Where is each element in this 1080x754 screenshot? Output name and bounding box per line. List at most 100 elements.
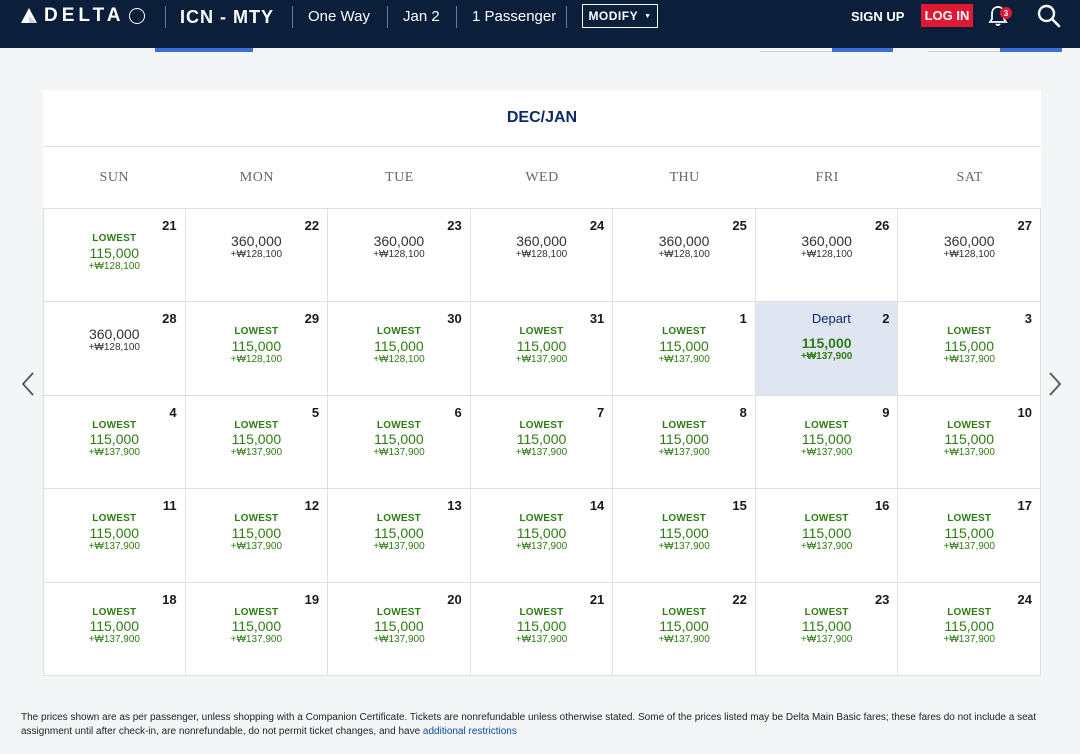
taxes-fees: +₩137,900 (515, 447, 568, 459)
day-number: 21 (589, 591, 605, 607)
calendar-day[interactable]: 22 LOWEST 115,000 +₩137,900 (613, 582, 756, 676)
calendar-day[interactable]: 17 LOWEST 115,000 +₩137,900 (898, 489, 1041, 583)
notification-badge: 3 (1000, 7, 1012, 19)
taxes-fees: +₩137,900 (800, 634, 853, 646)
fare-price: LOWEST 115,000 +₩137,900 (613, 420, 755, 459)
chevron-right-icon[interactable] (1045, 370, 1065, 398)
fare-price: LOWEST 115,000 +₩128,100 (328, 326, 470, 365)
calendar-day[interactable]: 14 LOWEST 115,000 +₩137,900 (470, 489, 614, 583)
lowest-label: LOWEST (804, 419, 849, 431)
calendar-day[interactable]: 26 360,000 +₩128,100 (755, 209, 899, 303)
calendar-day[interactable]: 22 360,000 +₩128,100 (185, 209, 329, 303)
lowest-label: LOWEST (519, 326, 564, 338)
fare-price: LOWEST 115,000 +₩137,900 (328, 420, 470, 459)
calendar-day[interactable]: 24 360,000 +₩128,100 (470, 209, 614, 303)
fare-price: 360,000 +₩128,100 (613, 233, 755, 261)
calendar-day[interactable]: 15 LOWEST 115,000 +₩137,900 (613, 489, 756, 583)
calendar-day[interactable]: 29 LOWEST 115,000 +₩128,100 (185, 302, 329, 396)
fare-price: LOWEST 115,000 +₩137,900 (328, 513, 470, 552)
passenger-count[interactable]: 1 Passenger (472, 8, 556, 25)
taxes-fees: +₩137,900 (88, 540, 140, 552)
calendar-day[interactable]: 30 LOWEST 115,000 +₩128,100 (328, 302, 471, 396)
calendar-day[interactable]: 24 LOWEST 115,000 +₩137,900 (898, 582, 1041, 676)
header-divider (456, 6, 457, 28)
trip-type[interactable]: One Way (308, 8, 370, 25)
modify-button[interactable]: MODIFY ▼ (582, 4, 658, 28)
calendar-day[interactable]: 4 LOWEST 115,000 +₩137,900 (43, 395, 186, 490)
miles-amount: 115,000 (231, 431, 282, 448)
fare-price: LOWEST 115,000 +₩137,900 (328, 607, 470, 646)
header-divider (165, 6, 166, 28)
lowest-label: LOWEST (92, 513, 137, 525)
fare-price: LOWEST 115,000 +₩137,900 (44, 607, 185, 646)
fare-price: LOWEST 115,000 +₩137,900 (898, 326, 1040, 365)
calendar-day[interactable]: 20 LOWEST 115,000 +₩137,900 (328, 582, 471, 676)
top-navigation-bar: DELTA ICN - MTY One Way Jan 2 1 Passenge… (0, 0, 1080, 48)
calendar-day[interactable]: 10 LOWEST 115,000 +₩137,900 (898, 395, 1041, 490)
fare-price: 360,000 +₩128,100 (898, 233, 1040, 261)
fare-price: LOWEST 115,000 +₩137,900 (898, 513, 1040, 552)
trip-date[interactable]: Jan 2 (403, 8, 440, 25)
day-number: 13 (447, 498, 462, 514)
calendar-day[interactable]: 6 LOWEST 115,000 +₩137,900 (328, 395, 471, 490)
calendar-day[interactable]: 25 360,000 +₩128,100 (613, 209, 756, 303)
day-number: 11 (162, 498, 177, 514)
calendar-day[interactable]: 31 LOWEST 115,000 +₩137,900 (470, 302, 614, 396)
calendar-day-selected[interactable]: Depart 2 115,000 +₩137,900 (755, 302, 899, 396)
log-in-button[interactable]: LOG IN (921, 4, 973, 27)
miles-amount: 115,000 (516, 431, 567, 448)
calendar-day[interactable]: 27 360,000 +₩128,100 (898, 209, 1041, 303)
calendar-day[interactable]: 9 LOWEST 115,000 +₩137,900 (755, 395, 899, 490)
search-icon[interactable] (1036, 3, 1062, 29)
taxes-fees: +₩137,900 (800, 540, 853, 552)
calendar-day[interactable]: 8 LOWEST 115,000 +₩137,900 (613, 395, 756, 490)
route-label[interactable]: ICN - MTY (180, 7, 274, 28)
lowest-label: LOWEST (234, 606, 279, 618)
fare-price: LOWEST 115,000 +₩137,900 (898, 607, 1040, 646)
header-divider (566, 6, 567, 28)
taxes-fees: +₩137,900 (658, 634, 710, 646)
day-number: 22 (732, 591, 747, 607)
lowest-label: LOWEST (376, 419, 421, 431)
calendar-day[interactable]: 23 LOWEST 115,000 +₩137,900 (755, 582, 899, 676)
miles-amount: 115,000 (659, 431, 709, 448)
calendar-day[interactable]: 3 LOWEST 115,000 +₩137,900 (898, 302, 1041, 396)
miles-amount: 360,000 (658, 233, 710, 249)
calendar-day[interactable]: 19 LOWEST 115,000 +₩137,900 (185, 582, 329, 676)
calendar-day[interactable]: 18 LOWEST 115,000 +₩137,900 (43, 582, 186, 676)
calendar-day[interactable]: 5 LOWEST 115,000 +₩137,900 (185, 395, 329, 490)
sign-up-link[interactable]: SIGN UP (851, 9, 904, 24)
taxes-fees: +₩137,900 (515, 353, 568, 365)
day-number: 3 (1024, 311, 1032, 327)
fare-price: LOWEST 115,000 +₩137,900 (613, 513, 755, 552)
fare-price: LOWEST 115,000 +₩137,900 (756, 607, 898, 646)
calendar-day[interactable]: 21 LOWEST 115,000 +₩128,100 (43, 209, 186, 303)
fare-price: 360,000 +₩128,100 (756, 233, 898, 261)
calendar-day[interactable]: 28 360,000 +₩128,100 (43, 302, 186, 396)
calendar-day[interactable]: 21 LOWEST 115,000 +₩137,900 (470, 582, 614, 676)
miles-amount: 115,000 (374, 337, 424, 354)
miles-amount: 360,000 (943, 233, 995, 249)
fare-price: LOWEST 115,000 +₩137,900 (471, 607, 613, 646)
additional-restrictions-link[interactable]: additional restrictions (423, 726, 517, 737)
calendar-day[interactable]: 11 LOWEST 115,000 +₩137,900 (43, 489, 186, 583)
calendar-day[interactable]: 12 LOWEST 115,000 +₩137,900 (185, 489, 329, 583)
weekday-label: FRI (815, 169, 839, 185)
chevron-left-icon[interactable] (18, 370, 38, 398)
delta-logo[interactable]: DELTA (20, 5, 145, 26)
day-number: 7 (597, 404, 605, 420)
calendar-day[interactable]: 7 LOWEST 115,000 +₩137,900 (470, 395, 614, 490)
calendar-day[interactable]: 23 360,000 +₩128,100 (328, 209, 471, 303)
truncated-divider (928, 51, 1000, 52)
calendar-day[interactable]: 16 LOWEST 115,000 +₩137,900 (755, 489, 899, 583)
day-number: 22 (304, 218, 320, 233)
weekday-label: THU (669, 169, 700, 185)
delta-widget-icon (21, 8, 37, 23)
miles-amount: 115,000 (374, 431, 424, 448)
day-number: 19 (304, 591, 320, 607)
taxes-fees: +₩137,900 (800, 351, 853, 363)
calendar-day[interactable]: 1 LOWEST 115,000 +₩137,900 (613, 302, 756, 396)
taxes-fees: +₩128,100 (800, 249, 853, 261)
calendar-day[interactable]: 13 LOWEST 115,000 +₩137,900 (328, 489, 471, 583)
day-number: 10 (1017, 404, 1032, 420)
